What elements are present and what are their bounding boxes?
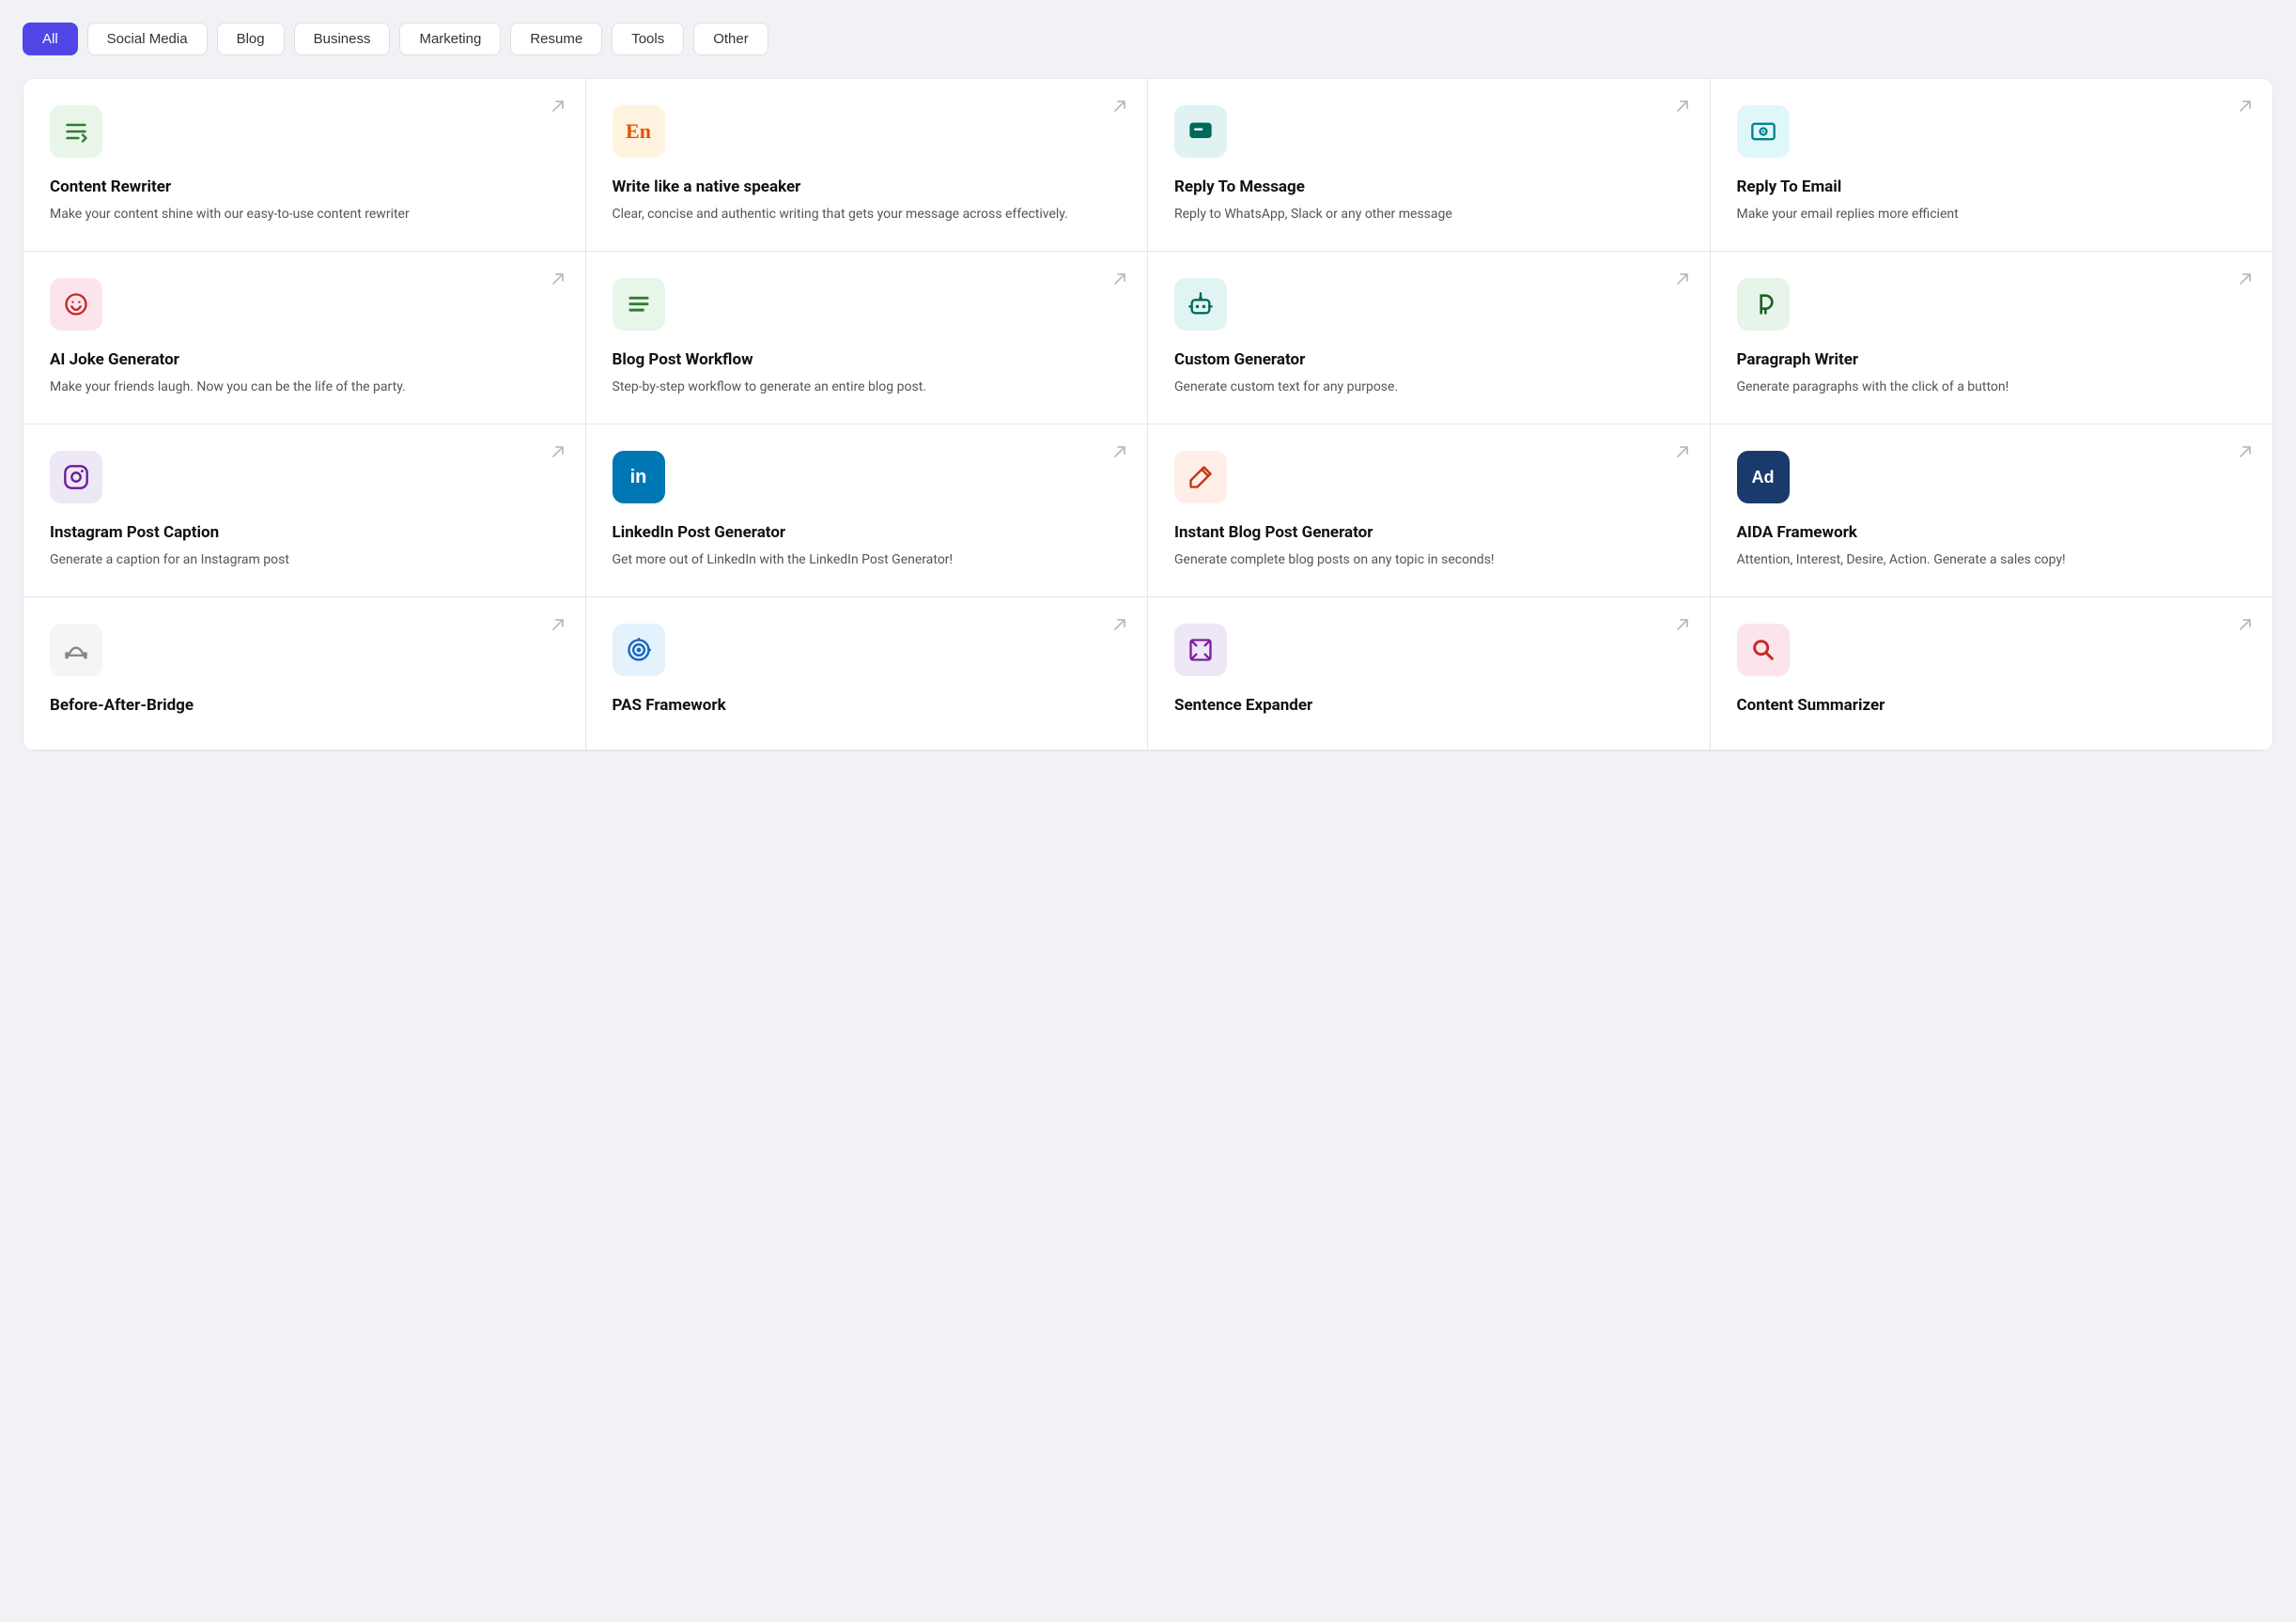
filter-btn-business[interactable]: Business bbox=[294, 23, 391, 55]
card-external-link-icon bbox=[550, 616, 566, 637]
filter-btn-all[interactable]: All bbox=[23, 23, 78, 55]
card-external-link-icon bbox=[550, 98, 566, 118]
card-icon-native-speaker: En bbox=[613, 105, 665, 158]
card-title: Content Rewriter bbox=[50, 177, 559, 197]
card-title: Instagram Post Caption bbox=[50, 522, 559, 543]
card-title: Custom Generator bbox=[1174, 349, 1683, 370]
card-icon-content-rewriter bbox=[50, 105, 102, 158]
card-description: Generate a caption for an Instagram post bbox=[50, 550, 559, 570]
card-icon-content-summarizer bbox=[1737, 624, 1790, 676]
card-external-link-icon bbox=[550, 270, 566, 291]
card-icon-sentence-expander bbox=[1174, 624, 1227, 676]
card-title: Instant Blog Post Generator bbox=[1174, 522, 1683, 543]
card-external-link-icon bbox=[2237, 443, 2254, 464]
card-content-summarizer[interactable]: Content Summarizer bbox=[1711, 597, 2273, 750]
card-external-link-icon bbox=[550, 443, 566, 464]
card-description: Attention, Interest, Desire, Action. Gen… bbox=[1737, 550, 2247, 570]
card-external-link-icon bbox=[1111, 98, 1128, 118]
card-pas-framework[interactable]: PAS Framework bbox=[586, 597, 1149, 750]
card-description: Get more out of LinkedIn with the Linked… bbox=[613, 550, 1122, 570]
card-icon-reply-email bbox=[1737, 105, 1790, 158]
filter-btn-marketing[interactable]: Marketing bbox=[399, 23, 501, 55]
card-reply-email[interactable]: Reply To Email Make your email replies mo… bbox=[1711, 79, 2273, 252]
card-title: Blog Post Workflow bbox=[613, 349, 1122, 370]
filter-btn-resume[interactable]: Resume bbox=[510, 23, 602, 55]
card-title: LinkedIn Post Generator bbox=[613, 522, 1122, 543]
card-description: Clear, concise and authentic writing tha… bbox=[613, 205, 1122, 224]
card-content-rewriter[interactable]: Content Rewriter Make your content shine … bbox=[23, 79, 586, 252]
card-custom-generator[interactable]: Custom Generator Generate custom text for… bbox=[1148, 252, 1711, 425]
card-title: AI Joke Generator bbox=[50, 349, 559, 370]
card-description: Reply to WhatsApp, Slack or any other me… bbox=[1174, 205, 1683, 224]
filter-bar: All Social Media Blog BusinessMarketing Resu… bbox=[23, 23, 2273, 55]
cards-grid-container: Content Rewriter Make your content shine … bbox=[23, 78, 2273, 751]
card-native-speaker[interactable]: En Write like a native speaker Clear, conc… bbox=[586, 79, 1149, 252]
card-description: Make your email replies more efficient bbox=[1737, 205, 2247, 224]
card-icon-pas-framework bbox=[613, 624, 665, 676]
card-instagram-caption[interactable]: Instagram Post Caption Generate a caption… bbox=[23, 425, 586, 597]
card-description: Make your content shine with our easy-to… bbox=[50, 205, 559, 224]
card-title: AIDA Framework bbox=[1737, 522, 2247, 543]
card-paragraph-writer[interactable]: Paragraph Writer Generate paragraphs with… bbox=[1711, 252, 2273, 425]
card-reply-message[interactable]: Reply To Message Reply to WhatsApp, Slack… bbox=[1148, 79, 1711, 252]
card-icon-instagram-caption bbox=[50, 451, 102, 503]
card-linkedin-generator[interactable]: in LinkedIn Post Generator Get more out of… bbox=[586, 425, 1149, 597]
cards-grid: Content Rewriter Make your content shine … bbox=[23, 79, 2273, 750]
card-title: Write like a native speaker bbox=[613, 177, 1122, 197]
card-ai-joke[interactable]: AI Joke Generator Make your friends laugh… bbox=[23, 252, 586, 425]
card-external-link-icon bbox=[1674, 443, 1691, 464]
filter-btn-social-media[interactable]: Social Media bbox=[87, 23, 208, 55]
card-description: Make your friends laugh. Now you can be … bbox=[50, 378, 559, 397]
card-title: Before-After-Bridge bbox=[50, 695, 559, 716]
card-title: PAS Framework bbox=[613, 695, 1122, 716]
card-icon-instant-blog bbox=[1174, 451, 1227, 503]
card-description: Generate complete blog posts on any topi… bbox=[1174, 550, 1683, 570]
card-description: Generate custom text for any purpose. bbox=[1174, 378, 1683, 397]
card-title: Sentence Expander bbox=[1174, 695, 1683, 716]
card-instant-blog[interactable]: Instant Blog Post Generator Generate comp… bbox=[1148, 425, 1711, 597]
card-blog-workflow[interactable]: Blog Post Workflow Step-by-step workflow … bbox=[586, 252, 1149, 425]
card-icon-blog-workflow bbox=[613, 278, 665, 331]
card-external-link-icon bbox=[1674, 270, 1691, 291]
card-external-link-icon bbox=[1111, 270, 1128, 291]
card-external-link-icon bbox=[2237, 270, 2254, 291]
filter-btn-blog[interactable]: Blog bbox=[217, 23, 285, 55]
card-external-link-icon bbox=[2237, 98, 2254, 118]
filter-btn-other[interactable]: Other bbox=[693, 23, 768, 55]
card-icon-before-after-bridge bbox=[50, 624, 102, 676]
card-external-link-icon bbox=[2237, 616, 2254, 637]
card-title: Reply To Message bbox=[1174, 177, 1683, 197]
filter-btn-tools[interactable]: Tools bbox=[612, 23, 684, 55]
card-external-link-icon bbox=[1674, 616, 1691, 637]
card-icon-reply-message bbox=[1174, 105, 1227, 158]
card-external-link-icon bbox=[1674, 98, 1691, 118]
card-aida-framework[interactable]: Ad AIDA Framework Attention, Interest, Des… bbox=[1711, 425, 2273, 597]
card-icon-ai-joke bbox=[50, 278, 102, 331]
card-icon-linkedin-generator: in bbox=[613, 451, 665, 503]
card-title: Reply To Email bbox=[1737, 177, 2247, 197]
card-description: Step-by-step workflow to generate an ent… bbox=[613, 378, 1122, 397]
card-title: Paragraph Writer bbox=[1737, 349, 2247, 370]
card-external-link-icon bbox=[1111, 616, 1128, 637]
card-external-link-icon bbox=[1111, 443, 1128, 464]
card-before-after-bridge[interactable]: Before-After-Bridge bbox=[23, 597, 586, 750]
card-title: Content Summarizer bbox=[1737, 695, 2247, 716]
card-icon-paragraph-writer bbox=[1737, 278, 1790, 331]
card-icon-aida-framework: Ad bbox=[1737, 451, 1790, 503]
card-sentence-expander[interactable]: Sentence Expander bbox=[1148, 597, 1711, 750]
card-description: Generate paragraphs with the click of a … bbox=[1737, 378, 2247, 397]
card-icon-custom-generator bbox=[1174, 278, 1227, 331]
